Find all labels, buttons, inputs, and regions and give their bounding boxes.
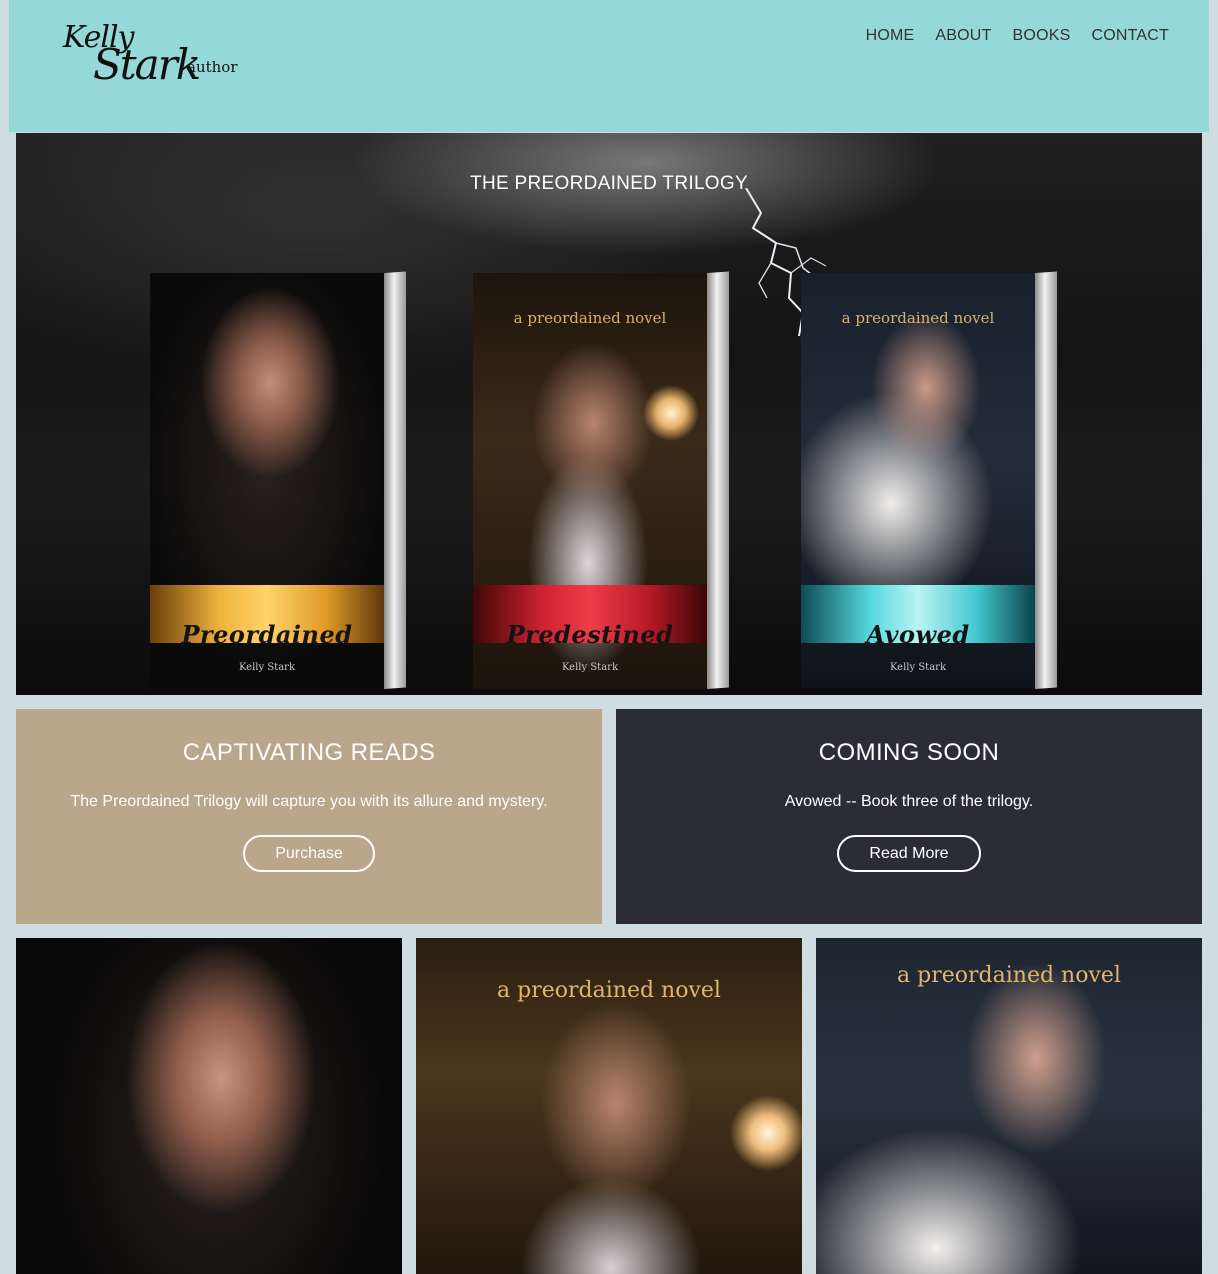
book-title: Preordained — [181, 620, 353, 649]
read-more-button[interactable]: Read More — [837, 835, 981, 872]
book-avowed[interactable]: a preordained novel Avowed Kelly Stark — [801, 271, 1057, 693]
logo-last-name: Stark — [93, 40, 201, 89]
book-spine — [384, 271, 406, 689]
hero-banner: THE PREORDAINED TRILOGY Preordained Kell… — [16, 133, 1202, 695]
book-cover-image: a preordained novel Avowed Kelly Stark — [801, 273, 1035, 689]
book-author: Kelly Stark — [889, 662, 946, 673]
panel-heading: CAPTIVATING READS — [182, 739, 436, 766]
site-header: Kelly Stark author HOME ABOUT BOOKS CONT… — [9, 0, 1209, 132]
book-tagline: a preordained novel — [513, 309, 667, 327]
captivating-reads-panel: CAPTIVATING READS The Preordained Trilog… — [16, 709, 602, 924]
panel-text: Avowed -- Book three of the trilogy. — [784, 793, 1034, 810]
book-title: Avowed — [866, 620, 970, 649]
coming-soon-panel: COMING SOON Avowed -- Book three of the … — [616, 709, 1202, 924]
book-predestined[interactable]: a preordained novel Predestined Kelly St… — [473, 271, 729, 693]
book-cover-image: Preordained Kelly Stark — [150, 273, 384, 689]
book-author: Kelly Stark — [561, 662, 618, 673]
site-logo[interactable]: Kelly Stark author — [59, 18, 249, 98]
hero-title: THE PREORDAINED TRILOGY — [470, 173, 748, 194]
tile-tagline: a preordained novel — [897, 963, 1121, 988]
panel-text: The Preordained Trilogy will capture you… — [70, 793, 548, 810]
main-nav: HOME ABOUT BOOKS CONTACT — [866, 27, 1169, 45]
nav-about[interactable]: ABOUT — [935, 27, 991, 45]
tile-tagline: a preordained novel — [497, 978, 721, 1003]
cover-tile-avowed[interactable]: a preordained novel — [816, 938, 1202, 1274]
book-tagline: a preordained novel — [841, 309, 995, 327]
panel-heading: COMING SOON — [818, 739, 1000, 766]
book-spine — [707, 271, 729, 689]
book-preordained[interactable]: Preordained Kelly Stark — [150, 271, 406, 693]
purchase-button[interactable]: Purchase — [243, 835, 375, 872]
logo-subtitle: author — [187, 58, 238, 76]
book-title: Predestined — [506, 620, 674, 649]
nav-home[interactable]: HOME — [866, 27, 915, 45]
book-spine — [1035, 271, 1057, 689]
cover-tile-preordained[interactable] — [16, 938, 402, 1274]
nav-books[interactable]: BOOKS — [1013, 27, 1071, 45]
book-author: Kelly Stark — [238, 662, 295, 673]
cover-tile-predestined[interactable]: a preordained novel — [416, 938, 802, 1274]
book-cover-image: a preordained novel Predestined Kelly St… — [473, 273, 707, 689]
nav-contact[interactable]: CONTACT — [1091, 27, 1169, 45]
